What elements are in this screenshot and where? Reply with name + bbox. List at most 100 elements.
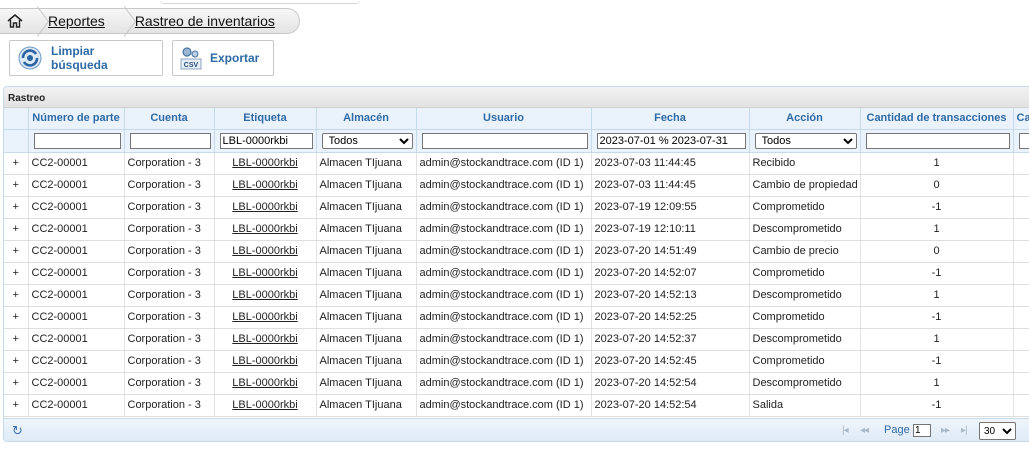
table-row[interactable]: + CC2-00001 Corporation - 3 LBL-0000rkbi Alm… [4, 372, 1029, 395]
label-link[interactable]: LBL-0000rkbi [232, 399, 297, 411]
table-row[interactable]: + CC2-00001 Corporation - 3 LBL-0000rkbi Alm… [4, 174, 1029, 197]
cell-quantity: 0 [860, 240, 1014, 263]
filter-expand-cell [4, 129, 29, 153]
cell-label: LBL-0000rkbi [214, 350, 317, 373]
plus-icon[interactable]: + [4, 306, 29, 329]
label-link[interactable]: LBL-0000rkbi [232, 179, 297, 191]
label-link[interactable]: LBL-0000rkbi [232, 355, 297, 367]
plus-icon[interactable]: + [4, 284, 29, 307]
cell-part: CC2-00001 [28, 218, 125, 241]
label-link[interactable]: LBL-0000rkbi [232, 267, 297, 279]
label-link[interactable]: LBL-0000rkbi [232, 333, 297, 345]
table-row[interactable]: + CC2-00001 Corporation - 3 LBL-0000rkbi Alm… [4, 394, 1029, 417]
refresh-icon[interactable]: ↻ [12, 424, 23, 437]
clear-search-icon [17, 45, 43, 71]
table-row[interactable]: + CC2-00001 Corporation - 3 LBL-0000rkbi Alm… [4, 328, 1029, 351]
table-row[interactable]: + CC2-00001 Corporation - 3 LBL-0000rkbi Alm… [4, 350, 1029, 373]
plus-icon[interactable]: + [4, 218, 29, 241]
col-warehouse[interactable]: Almacén [316, 108, 417, 130]
col-action[interactable]: Acción [749, 108, 861, 130]
cell-account: Corporation - 3 [124, 196, 215, 219]
label-link[interactable]: LBL-0000rkbi [232, 311, 297, 323]
page-input[interactable] [913, 424, 931, 437]
col-part-number[interactable]: Número de parte [28, 108, 125, 130]
clear-search-button[interactable]: Limpiar búsqueda [9, 40, 163, 76]
prev-page-icon[interactable]: ◂◂ [860, 425, 869, 436]
plus-icon[interactable]: + [4, 394, 29, 417]
cell-account: Corporation - 3 [124, 350, 215, 373]
plus-icon[interactable]: + [4, 372, 29, 395]
cell-user: admin@stockandtrace.com (ID 1) [416, 262, 592, 285]
cell-part: CC2-00001 [28, 174, 125, 197]
filter-date[interactable] [596, 132, 746, 149]
label-link[interactable]: LBL-0000rkbi [232, 223, 297, 235]
plus-icon[interactable]: + [4, 152, 29, 175]
cell-extra [1013, 218, 1029, 241]
cell-extra [1013, 328, 1029, 351]
cell-extra [1013, 262, 1029, 285]
page-label: Page [884, 424, 910, 436]
rows-per-page-select[interactable]: 30 [979, 422, 1016, 440]
cell-extra [1013, 284, 1029, 307]
breadcrumb-item-reportes[interactable]: Reportes [42, 9, 117, 33]
label-link[interactable]: LBL-0000rkbi [232, 289, 297, 301]
filter-extra[interactable] [1018, 132, 1029, 149]
plus-icon[interactable]: + [4, 350, 29, 373]
cell-warehouse: Almacen TIjuana [316, 394, 417, 417]
plus-icon[interactable]: + [4, 174, 29, 197]
filter-warehouse[interactable]: Todos [321, 132, 413, 149]
cell-label: LBL-0000rkbi [214, 394, 317, 417]
cell-user: admin@stockandtrace.com (ID 1) [416, 306, 592, 329]
cell-action: Descomprometido [749, 218, 861, 241]
table-row[interactable]: + CC2-00001 Corporation - 3 LBL-0000rkbi Alm… [4, 196, 1029, 219]
cell-account: Corporation - 3 [124, 240, 215, 263]
cell-warehouse: Almacen TIjuana [316, 262, 417, 285]
cell-action: Comprometido [749, 196, 861, 219]
cell-user: admin@stockandtrace.com (ID 1) [416, 240, 592, 263]
col-label[interactable]: Etiqueta [214, 108, 317, 130]
table-row[interactable]: + CC2-00001 Corporation - 3 LBL-0000rkbi Alm… [4, 218, 1029, 241]
col-account[interactable]: Cuenta [124, 108, 215, 130]
table-row[interactable]: + CC2-00001 Corporation - 3 LBL-0000rkbi Alm… [4, 284, 1029, 307]
cell-label: LBL-0000rkbi [214, 328, 317, 351]
plus-icon[interactable]: + [4, 240, 29, 263]
table-row[interactable]: + CC2-00001 Corporation - 3 LBL-0000rkbi Alm… [4, 262, 1029, 285]
cell-warehouse: Almacen TIjuana [316, 284, 417, 307]
label-link[interactable]: LBL-0000rkbi [232, 157, 297, 169]
label-link[interactable]: LBL-0000rkbi [232, 245, 297, 257]
filter-quantity[interactable] [865, 132, 1010, 149]
cell-date: 2023-07-20 14:52:54 [591, 372, 750, 395]
first-page-icon[interactable]: |◂ [842, 425, 849, 436]
export-button[interactable]: CSV Exportar [172, 40, 274, 76]
label-link[interactable]: LBL-0000rkbi [232, 201, 297, 213]
plus-icon[interactable]: + [4, 328, 29, 351]
tracking-table: Número de parte Cuenta Etiqueta Almacén … [4, 108, 1029, 417]
cell-user: admin@stockandtrace.com (ID 1) [416, 350, 592, 373]
col-quantity[interactable]: Cantidad de transacciones [860, 108, 1014, 130]
last-page-icon[interactable]: ▸| [961, 425, 968, 436]
export-label: Exportar [210, 51, 260, 65]
plus-icon[interactable]: + [4, 262, 29, 285]
table-row[interactable]: + CC2-00001 Corporation - 3 LBL-0000rkbi Alm… [4, 240, 1029, 263]
cell-account: Corporation - 3 [124, 174, 215, 197]
cell-date: 2023-07-03 11:44:45 [591, 152, 750, 175]
table-row[interactable]: + CC2-00001 Corporation - 3 LBL-0000rkbi Alm… [4, 152, 1029, 175]
label-link[interactable]: LBL-0000rkbi [232, 377, 297, 389]
filter-user[interactable] [421, 132, 588, 149]
grid-pager: ↻ |◂ ◂◂ Page ▸▸ ▸| 30 [4, 418, 1029, 441]
cell-user: admin@stockandtrace.com (ID 1) [416, 174, 592, 197]
col-extra[interactable]: Ca [1013, 108, 1029, 130]
breadcrumb-item-rastreo[interactable]: Rastreo de inventarios [129, 9, 287, 33]
next-page-icon[interactable]: ▸▸ [941, 425, 950, 436]
plus-icon[interactable]: + [4, 196, 29, 219]
table-row[interactable]: + CC2-00001 Corporation - 3 LBL-0000rkbi Alm… [4, 306, 1029, 329]
filter-account[interactable] [129, 132, 211, 149]
cell-account: Corporation - 3 [124, 394, 215, 417]
filter-part-number[interactable] [33, 132, 121, 149]
cell-extra [1013, 350, 1029, 373]
filter-label[interactable] [219, 132, 313, 149]
filter-action[interactable]: Todos [754, 132, 857, 149]
col-user[interactable]: Usuario [416, 108, 592, 130]
col-date[interactable]: Fecha [591, 108, 750, 130]
cell-user: admin@stockandtrace.com (ID 1) [416, 152, 592, 175]
